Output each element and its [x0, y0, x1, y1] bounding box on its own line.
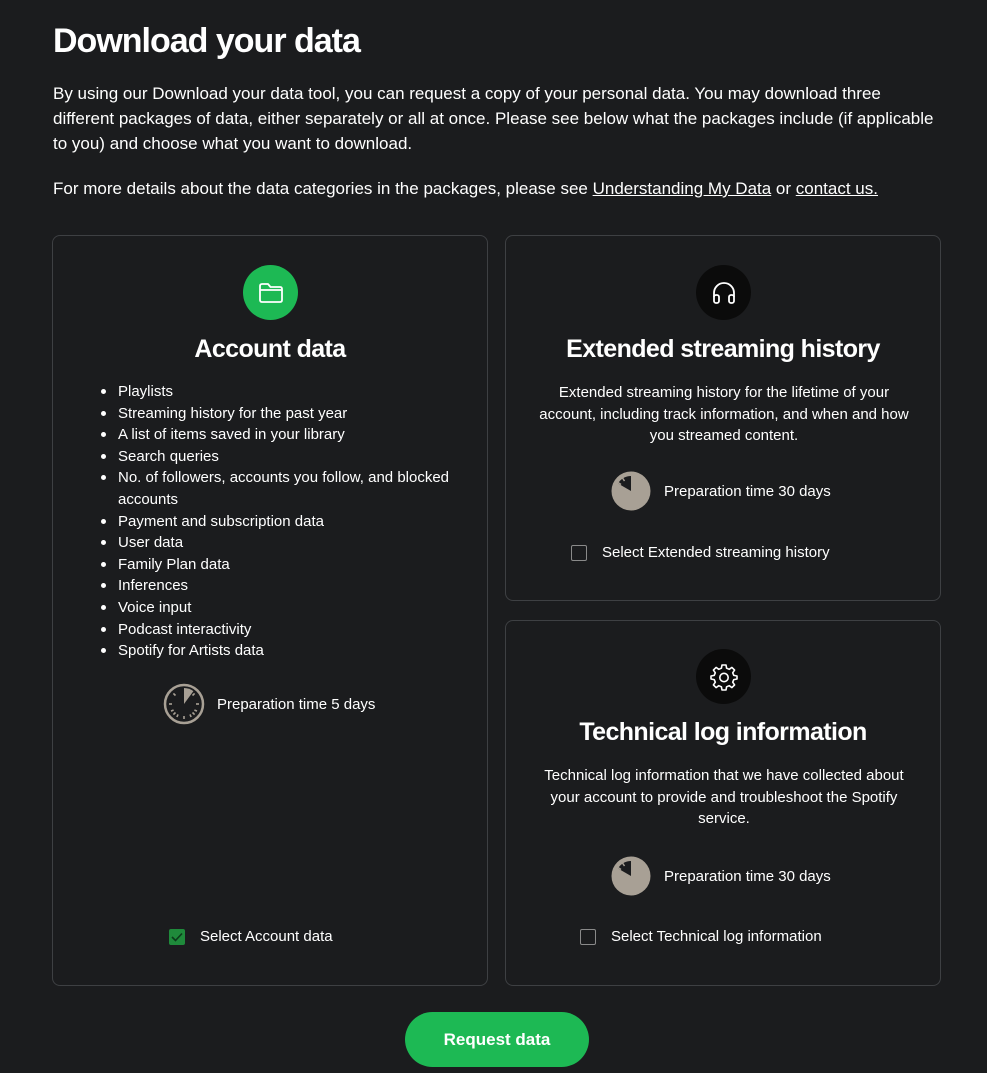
extended-streaming-title: Extended streaming history	[566, 335, 880, 363]
list-item: No. of followers, accounts you follow, a…	[101, 467, 458, 510]
details-prefix: For more details about the data categori…	[53, 179, 593, 198]
gear-icon	[696, 649, 751, 704]
list-item: Voice input	[101, 597, 458, 619]
extended-streaming-card: Extended streaming history Extended stre…	[505, 235, 941, 601]
download-data-page: Download your data By using our Download…	[0, 0, 987, 1073]
timer-icon	[611, 856, 651, 896]
list-item: Playlists	[101, 381, 458, 403]
select-extended-streaming[interactable]: Select Extended streaming history	[571, 544, 830, 561]
list-item: Payment and subscription data	[101, 511, 458, 533]
technical-select-label: Select Technical log information	[611, 928, 822, 945]
list-item: Inferences	[101, 575, 458, 597]
details-text: For more details about the data categori…	[53, 176, 953, 201]
intro-text: By using our Download your data tool, yo…	[53, 84, 934, 153]
account-prep-time: Preparation time 5 days	[163, 683, 375, 725]
page-title: Download your data	[53, 22, 361, 60]
technical-prep-label: Preparation time 30 days	[664, 867, 831, 885]
account-data-list: Playlists Streaming history for the past …	[101, 381, 458, 662]
extended-streaming-description: Extended streaming history for the lifet…	[539, 384, 909, 445]
technical-log-card: Technical log information Technical log …	[505, 620, 941, 986]
technical-log-description: Technical log information that we have c…	[544, 767, 904, 828]
extended-prep-label: Preparation time 30 days	[664, 482, 831, 500]
list-item: Streaming history for the past year	[101, 403, 458, 425]
select-account-data[interactable]: Select Account data	[169, 928, 333, 945]
list-item: Spotify for Artists data	[101, 640, 458, 662]
understanding-my-data-link[interactable]: Understanding My Data	[593, 179, 772, 198]
timer-icon	[611, 471, 651, 511]
list-item: Podcast interactivity	[101, 619, 458, 641]
details-middle: or	[771, 179, 796, 198]
request-data-button[interactable]: Request data	[405, 1012, 589, 1067]
contact-us-link[interactable]: contact us.	[796, 179, 878, 198]
technical-prep-time: Preparation time 30 days	[610, 855, 831, 897]
select-technical-log[interactable]: Select Technical log information	[580, 928, 822, 945]
timer-icon	[163, 683, 205, 725]
list-item: Family Plan data	[101, 554, 458, 576]
account-prep-label: Preparation time 5 days	[217, 695, 376, 713]
folder-icon	[243, 265, 298, 320]
account-data-checkbox[interactable]	[169, 928, 185, 945]
list-item: A list of items saved in your library	[101, 424, 458, 446]
list-item: Search queries	[101, 446, 458, 468]
extended-streaming-checkbox[interactable]	[571, 544, 587, 561]
headphones-icon	[696, 265, 751, 320]
extended-prep-time: Preparation time 30 days	[610, 470, 831, 512]
account-data-title: Account data	[194, 335, 346, 363]
extended-select-label: Select Extended streaming history	[602, 544, 830, 561]
account-data-card: Account data Playlists Streaming history …	[52, 235, 488, 986]
check-icon	[171, 932, 183, 942]
technical-log-checkbox[interactable]	[580, 928, 596, 945]
account-select-label: Select Account data	[200, 928, 333, 945]
list-item: User data	[101, 532, 458, 554]
technical-log-title: Technical log information	[579, 718, 867, 746]
